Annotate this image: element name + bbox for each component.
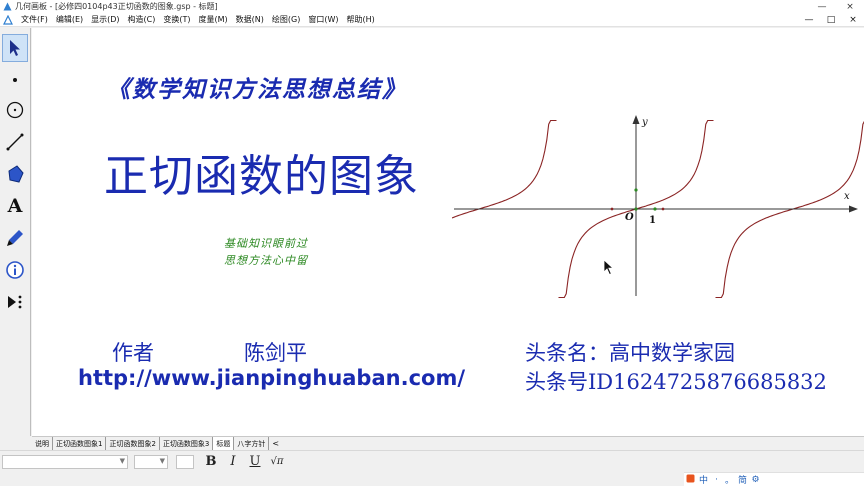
chevron-down-icon: ▼ <box>119 456 125 465</box>
menu-display[interactable]: 显示(D) <box>87 14 123 25</box>
custom-tool-icon <box>8 295 22 309</box>
origin-label: O <box>625 212 634 223</box>
ime-dot[interactable]: · <box>710 475 723 485</box>
tab-scroll-left-button[interactable]: < <box>269 437 282 450</box>
menu-edit[interactable]: 编辑(E) <box>52 14 87 25</box>
menu-bar: 文件(F) 编辑(E) 显示(D) 构造(C) 变换(T) 度量(M) 数据(N… <box>0 13 864 27</box>
title-bar: 几何画板 - [必修四0104p43正切函数的图象.gsp - 标题] — × <box>0 0 864 13</box>
ime-chinese-mode[interactable]: 中 <box>697 473 710 486</box>
tab-tangent-graph-2[interactable]: 正切函数图象2 <box>106 437 160 450</box>
underline-button[interactable]: U <box>244 454 266 469</box>
minimize-button[interactable]: — <box>808 0 836 13</box>
sketch-canvas[interactable]: 《数学知识方法思想总结》 正切函数的图象 基础知识眼前过 思想方法心中留 作者 … <box>32 28 864 436</box>
geometer-app-icon <box>2 2 12 12</box>
point-tool[interactable] <box>2 66 28 94</box>
text-a-icon: A <box>7 195 23 217</box>
ime-status-bar: 中 · 。 简 ⚙ <box>684 472 864 486</box>
motto-line-2: 思想方法心中留 <box>224 254 308 267</box>
text-tool[interactable]: A <box>2 192 28 220</box>
ime-settings-icon[interactable]: ⚙ <box>749 475 762 485</box>
toutiao-id: 头条号ID1624725876685832 <box>525 370 827 394</box>
document-menu-icon[interactable] <box>2 14 14 26</box>
marker-pen-icon <box>7 230 23 246</box>
x-axis-arrow <box>849 205 858 213</box>
straightedge-tool[interactable] <box>2 128 28 156</box>
compass-tool[interactable] <box>2 96 28 124</box>
info-icon <box>6 261 24 279</box>
app-window: 几何画板 - [必修四0104p43正切函数的图象.gsp - 标题] — × … <box>0 0 864 486</box>
page-tab-bar: 说明 正切函数图象1 正切函数图象2 正切函数图象3 标题 八字方针 < <box>32 436 864 450</box>
tangent-graph: x y O 1 <box>452 115 864 298</box>
axis-marker-left <box>610 207 614 211</box>
circle-icon <box>6 101 24 119</box>
tab-instructions[interactable]: 说明 <box>32 437 53 450</box>
font-family-select[interactable]: ▼ <box>2 454 128 469</box>
bold-button[interactable]: B <box>200 454 222 469</box>
unit-label: 1 <box>649 215 656 226</box>
series-subtitle: 《数学知识方法思想总结》 <box>107 76 407 103</box>
origin-point <box>634 207 638 211</box>
marker-tool[interactable] <box>2 224 28 252</box>
arrow-select-tool[interactable] <box>2 34 28 62</box>
x-axis-label: x <box>844 191 850 202</box>
polygon-icon <box>8 165 24 183</box>
math-symbol-button[interactable]: √π <box>266 456 288 467</box>
toolbox: A <box>0 28 31 436</box>
menu-help[interactable]: 帮助(H) <box>343 14 379 25</box>
website-url: http://www.jianpinghuaban.com/ <box>78 366 465 390</box>
unit-point-x <box>653 207 657 211</box>
doc-restore-button[interactable]: □ <box>820 15 842 25</box>
italic-button[interactable]: I <box>222 454 244 469</box>
document-window-controls: — □ × <box>798 15 864 25</box>
motto-line-1: 基础知识眼前过 <box>224 237 308 250</box>
tab-eight-word-motto[interactable]: 八字方针 <box>234 437 270 450</box>
menu-construct[interactable]: 构造(C) <box>124 14 160 25</box>
y-axis-label: y <box>641 117 648 128</box>
menu-file[interactable]: 文件(F) <box>17 14 52 25</box>
window-title: 几何画板 - [必修四0104p43正切函数的图象.gsp - 标题] <box>15 2 218 11</box>
menu-window[interactable]: 窗口(W) <box>304 14 342 25</box>
page-title: 正切函数的图象 <box>104 151 419 202</box>
arrow-cursor-icon <box>10 40 20 56</box>
text-format-bar: ▼ ▼ B I U √π <box>0 450 864 472</box>
unit-point-y <box>634 188 638 192</box>
font-size-select[interactable]: ▼ <box>134 454 168 469</box>
menu-number[interactable]: 数据(N) <box>232 14 268 25</box>
axis-marker-right <box>661 207 665 211</box>
text-color-swatch[interactable] <box>176 454 194 469</box>
doc-minimize-button[interactable]: — <box>798 15 820 25</box>
custom-tool[interactable] <box>2 288 28 316</box>
y-axis-arrow <box>632 115 640 124</box>
doc-close-button[interactable]: × <box>842 15 864 25</box>
line-segment-icon <box>6 133 24 151</box>
polygon-tool[interactable] <box>2 160 28 188</box>
tab-title[interactable]: 标题 <box>213 437 235 450</box>
menu-measure[interactable]: 度量(M) <box>195 14 232 25</box>
chevron-down-icon: ▼ <box>159 456 165 465</box>
ime-simplified[interactable]: 简 <box>736 473 749 486</box>
author-name: 陈剑平 <box>244 341 307 365</box>
ime-punctuation[interactable]: 。 <box>723 473 736 486</box>
author-label: 作者 <box>112 341 154 365</box>
toutiao-name: 头条名：高中数学家园 <box>525 341 735 365</box>
information-tool[interactable] <box>2 256 28 284</box>
menu-graph[interactable]: 绘图(G) <box>268 14 304 25</box>
tab-tangent-graph-1[interactable]: 正切函数图象1 <box>53 437 107 450</box>
ime-logo-icon[interactable] <box>684 474 697 486</box>
mouse-pointer-icon <box>603 259 615 276</box>
close-button[interactable]: × <box>836 0 864 13</box>
tab-tangent-graph-3[interactable]: 正切函数图象3 <box>159 437 214 450</box>
menu-transform[interactable]: 变换(T) <box>159 14 194 25</box>
point-icon <box>13 78 17 82</box>
